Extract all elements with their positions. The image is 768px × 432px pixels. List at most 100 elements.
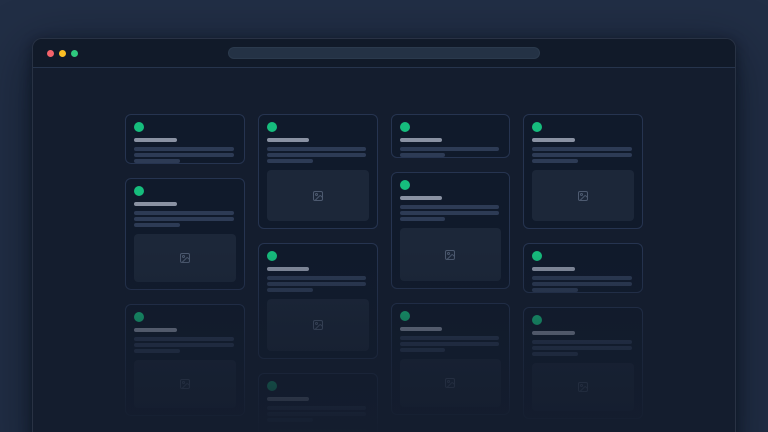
status-dot-icon: [400, 311, 410, 321]
page-background: { "window": { "traffic_lights": [ { "nam…: [0, 0, 768, 432]
status-dot-icon: [134, 186, 144, 196]
text-placeholder: [532, 346, 632, 350]
text-placeholder: [532, 352, 578, 356]
image-placeholder: [134, 360, 236, 408]
image-icon: [312, 319, 324, 331]
image-icon: [179, 378, 191, 390]
title-placeholder: [532, 331, 575, 335]
text-placeholder: [134, 211, 234, 215]
feed-card[interactable]: [391, 172, 511, 289]
title-placeholder: [400, 196, 443, 200]
title-placeholder: [267, 397, 310, 401]
image-placeholder: [400, 228, 502, 281]
text-placeholder: [400, 211, 500, 215]
status-dot-icon: [134, 122, 144, 132]
image-placeholder: [400, 359, 502, 407]
window-controls: [47, 50, 78, 57]
image-icon: [444, 377, 456, 389]
text-placeholder: [134, 343, 234, 347]
feed-card[interactable]: [391, 303, 511, 415]
text-placeholder: [134, 223, 180, 227]
image-placeholder: [267, 170, 369, 221]
image-icon: [444, 249, 456, 261]
close-button[interactable]: [47, 50, 54, 57]
image-icon: [312, 190, 324, 202]
text-placeholder: [267, 159, 313, 163]
grid-column-2: [258, 114, 378, 432]
text-placeholder: [532, 288, 578, 292]
text-placeholder: [532, 159, 578, 163]
status-dot-icon: [267, 251, 277, 261]
grid-column-3: [391, 114, 511, 432]
text-placeholder: [134, 147, 234, 151]
feed-card[interactable]: [125, 178, 245, 290]
status-dot-icon: [400, 122, 410, 132]
text-placeholder: [267, 412, 367, 416]
feed-card[interactable]: [523, 114, 643, 229]
status-dot-icon: [532, 251, 542, 261]
text-placeholder: [532, 153, 632, 157]
status-dot-icon: [400, 180, 410, 190]
text-placeholder: [532, 340, 632, 344]
title-placeholder: [134, 138, 177, 142]
image-placeholder: [532, 363, 634, 411]
text-placeholder: [532, 282, 632, 286]
image-placeholder: [267, 299, 369, 351]
title-placeholder: [532, 138, 575, 142]
feed-card[interactable]: [523, 243, 643, 293]
grid-column-4: [523, 114, 643, 432]
text-placeholder: [400, 205, 500, 209]
title-placeholder: [400, 138, 443, 142]
text-placeholder: [400, 147, 500, 151]
text-placeholder: [400, 348, 446, 352]
title-placeholder: [532, 267, 575, 271]
image-icon: [577, 381, 589, 393]
title-placeholder: [267, 267, 310, 271]
text-placeholder: [267, 288, 313, 292]
text-placeholder: [267, 418, 313, 422]
card-grid: [125, 114, 643, 432]
image-icon: [179, 252, 191, 264]
feed-card[interactable]: [125, 114, 245, 164]
title-placeholder: [267, 138, 310, 142]
text-placeholder: [532, 276, 632, 280]
text-placeholder: [267, 276, 367, 280]
grid-column-1: [125, 114, 245, 432]
status-dot-icon: [267, 122, 277, 132]
status-dot-icon: [134, 312, 144, 322]
text-placeholder: [267, 406, 367, 410]
image-placeholder: [532, 170, 634, 221]
browser-window: [32, 38, 736, 432]
text-placeholder: [134, 159, 180, 163]
status-dot-icon: [532, 122, 542, 132]
text-placeholder: [400, 336, 500, 340]
text-placeholder: [267, 147, 367, 151]
feed-card[interactable]: [258, 114, 378, 229]
text-placeholder: [134, 153, 234, 157]
feed-card[interactable]: [523, 307, 643, 419]
text-placeholder: [267, 282, 367, 286]
minimize-button[interactable]: [59, 50, 66, 57]
image-icon: [577, 190, 589, 202]
title-placeholder: [134, 202, 177, 206]
feed-card[interactable]: [258, 243, 378, 359]
title-placeholder: [134, 328, 177, 332]
feed-card[interactable]: [391, 114, 511, 158]
status-dot-icon: [532, 315, 542, 325]
browser-chrome: [33, 39, 735, 68]
text-placeholder: [400, 342, 500, 346]
image-placeholder: [134, 234, 236, 282]
text-placeholder: [400, 217, 446, 221]
page-content: [33, 68, 735, 432]
maximize-button[interactable]: [71, 50, 78, 57]
text-placeholder: [400, 153, 446, 157]
status-dot-icon: [267, 381, 277, 391]
text-placeholder: [134, 337, 234, 341]
text-placeholder: [532, 147, 632, 151]
text-placeholder: [134, 217, 234, 221]
text-placeholder: [134, 349, 180, 353]
feed-card[interactable]: [125, 304, 245, 416]
text-placeholder: [267, 153, 367, 157]
address-bar[interactable]: [228, 47, 540, 59]
feed-card[interactable]: [258, 373, 378, 432]
